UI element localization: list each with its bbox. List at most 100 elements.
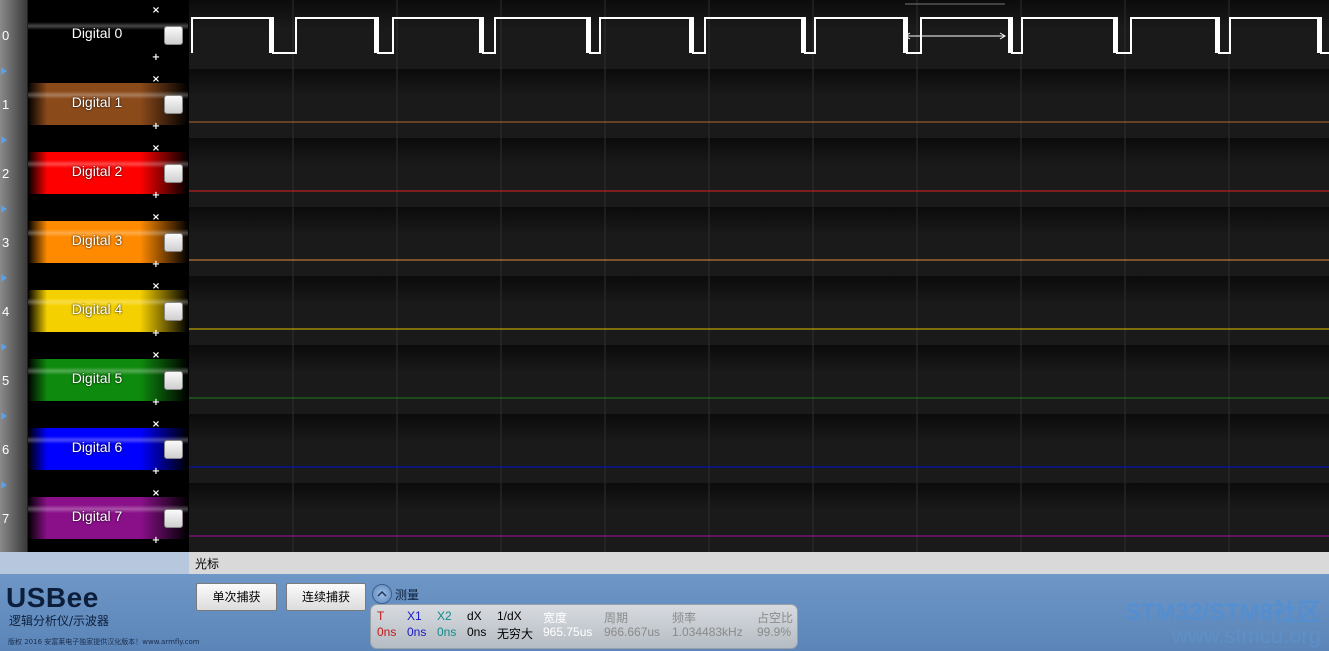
measure-header: 频率 xyxy=(672,611,697,625)
expand-arrow-icon[interactable] xyxy=(1,481,7,489)
channel-number: 3 xyxy=(2,235,10,250)
close-icon[interactable]: × xyxy=(150,488,162,499)
expand-arrow-icon[interactable] xyxy=(1,136,7,144)
measure-collapse-icon[interactable] xyxy=(372,584,392,604)
plus-icon[interactable]: + xyxy=(150,535,162,546)
single-capture-button[interactable]: 单次捕获 xyxy=(196,583,277,611)
channel-checkbox[interactable] xyxy=(164,233,183,252)
measure-column: 周期 966.667us xyxy=(604,609,660,639)
measure-value: 1.034483kHz xyxy=(672,625,743,639)
waveform-svg xyxy=(189,483,1329,552)
waveform-plot[interactable] xyxy=(189,69,1329,138)
watermark: STM32/STM8社区 www.stmcu.org xyxy=(1125,592,1321,649)
edge-marker xyxy=(1317,18,1321,53)
channel-number-tab[interactable]: 6 xyxy=(0,412,28,483)
waveform-plot[interactable] xyxy=(189,414,1329,483)
channel-number-tab[interactable]: 3 xyxy=(0,205,28,276)
close-icon[interactable]: × xyxy=(150,143,162,154)
plus-icon[interactable]: + xyxy=(150,121,162,132)
measure-value: 99.9% xyxy=(757,625,792,639)
measure-value: 0ns xyxy=(377,625,397,639)
copyright-text: 版权 2016 安富莱电子独家提供汉化版本！www.armfly.com xyxy=(8,638,200,646)
close-icon[interactable]: × xyxy=(150,281,162,292)
close-icon[interactable]: × xyxy=(150,419,162,430)
measure-header: T xyxy=(377,609,385,623)
channel-number-tab[interactable]: 1 xyxy=(0,67,28,138)
waveform-plot[interactable] xyxy=(189,483,1329,552)
left-bottom-spacer xyxy=(0,552,189,574)
waveform-plot[interactable] xyxy=(189,0,1329,69)
close-icon[interactable]: × xyxy=(150,74,162,85)
plus-icon[interactable]: + xyxy=(150,259,162,270)
channel-name: Digital 0 xyxy=(71,25,123,41)
waveform-svg xyxy=(189,345,1329,414)
measure-column: X1 0ns xyxy=(407,609,426,639)
channel-name: Digital 1 xyxy=(71,94,123,110)
measure-header: X2 xyxy=(437,609,452,623)
channel-checkbox[interactable] xyxy=(164,302,183,321)
channel-number-tab[interactable]: 5 xyxy=(0,343,28,414)
channel-number: 2 xyxy=(2,166,10,181)
channel-checkbox[interactable] xyxy=(164,371,183,390)
channel-label-block[interactable]: × Digital 5 + xyxy=(28,345,188,414)
waveform-plot[interactable] xyxy=(189,138,1329,207)
channel-checkbox[interactable] xyxy=(164,164,183,183)
channel-number-tab[interactable]: 4 xyxy=(0,274,28,345)
expand-arrow-icon[interactable] xyxy=(1,67,7,75)
waveform-plot[interactable] xyxy=(189,207,1329,276)
measure-column: 1/dX 无穷大 xyxy=(497,609,533,642)
measure-value: 0ns xyxy=(437,625,457,639)
edge-marker xyxy=(1215,18,1219,53)
channel-checkbox[interactable] xyxy=(164,440,183,459)
expand-arrow-icon[interactable] xyxy=(1,205,7,213)
edge-marker xyxy=(586,18,590,53)
close-icon[interactable]: × xyxy=(150,212,162,223)
channel-number: 1 xyxy=(2,97,10,112)
channel-label-block[interactable]: × Digital 6 + xyxy=(28,414,188,483)
edge-marker xyxy=(1113,18,1117,53)
channel-number-tab[interactable]: 7 xyxy=(0,481,28,552)
channel-number: 0 xyxy=(2,28,10,43)
waveform-plot[interactable] xyxy=(189,276,1329,345)
channel-label-block[interactable]: × Digital 7 + xyxy=(28,483,188,552)
channel-checkbox[interactable] xyxy=(164,26,183,45)
cursor-bar[interactable]: 光标 xyxy=(189,552,1329,574)
measure-header: X1 xyxy=(407,609,422,623)
waveform-svg xyxy=(189,69,1329,138)
channel-checkbox[interactable] xyxy=(164,95,183,114)
close-icon[interactable]: × xyxy=(150,5,162,16)
measure-header: 周期 xyxy=(604,611,629,625)
edge-marker xyxy=(1008,18,1012,53)
plus-icon[interactable]: + xyxy=(150,52,162,63)
channel-label-block[interactable]: × Digital 3 + xyxy=(28,207,188,276)
plus-icon[interactable]: + xyxy=(150,466,162,477)
channel-number: 4 xyxy=(2,304,10,319)
channel-number-tab[interactable]: 2 xyxy=(0,136,28,207)
channel-label-block[interactable]: × Digital 1 + xyxy=(28,69,188,138)
channel-number-tab[interactable]: 0 xyxy=(0,0,28,69)
channel-label-block[interactable]: × Digital 4 + xyxy=(28,276,188,345)
measure-value: 0ns xyxy=(407,625,427,639)
waveform-plot[interactable] xyxy=(189,345,1329,414)
measure-header: 占空比 xyxy=(757,611,794,625)
plus-icon[interactable]: + xyxy=(150,328,162,339)
close-icon[interactable]: × xyxy=(150,350,162,361)
channel-row-7: 7 × Digital 7 + xyxy=(0,481,1329,552)
expand-arrow-icon[interactable] xyxy=(1,343,7,351)
channel-name: Digital 6 xyxy=(71,439,123,455)
continuous-capture-button[interactable]: 连续捕获 xyxy=(286,583,366,611)
expand-arrow-icon[interactable] xyxy=(1,412,7,420)
expand-arrow-icon[interactable] xyxy=(1,274,7,282)
channel-label-block[interactable]: × Digital 2 + xyxy=(28,138,188,207)
channel-name: Digital 5 xyxy=(71,370,123,386)
plus-icon[interactable]: + xyxy=(150,397,162,408)
measure-column: dX 0ns xyxy=(467,609,486,639)
measure-header: dX xyxy=(467,609,482,623)
measure-column: X2 0ns xyxy=(437,609,456,639)
channel-checkbox[interactable] xyxy=(164,509,183,528)
plus-icon[interactable]: + xyxy=(150,190,162,201)
measure-header: 宽度 xyxy=(543,611,568,625)
waveform-svg xyxy=(189,138,1329,207)
channel-label-block[interactable]: × Digital 0 + xyxy=(28,0,188,69)
channel-row-6: 6 × Digital 6 + xyxy=(0,412,1329,483)
